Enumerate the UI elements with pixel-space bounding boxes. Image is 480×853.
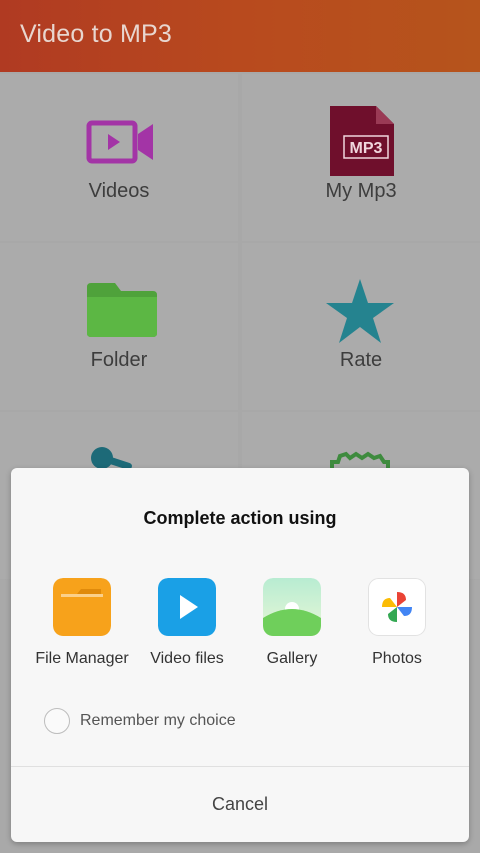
dialog-title: Complete action using — [143, 508, 337, 528]
cancel-button[interactable]: Cancel — [11, 767, 469, 842]
photos-pinwheel-icon — [368, 578, 426, 636]
app-title: Video to MP3 — [20, 20, 173, 48]
option-photos[interactable]: Photos — [337, 578, 457, 678]
complete-action-dialog: Complete action using File Manager Video… — [11, 468, 469, 842]
remember-choice-label: Remember my choice — [80, 712, 236, 729]
folder-icon — [87, 283, 157, 337]
menu-tile-videos[interactable]: Videos — [0, 74, 238, 241]
menu-label-rate: Rate — [339, 349, 383, 371]
menu-tile-my-mp3[interactable]: MP3 My Mp3 — [242, 74, 480, 241]
menu-tile-folder[interactable]: Folder — [0, 243, 238, 410]
menu-label-folder: Folder — [90, 349, 148, 371]
option-label-photos: Photos — [372, 650, 422, 667]
mp3-badge-text: MP3 — [350, 140, 383, 157]
menu-tile-rate[interactable]: Rate — [242, 243, 480, 410]
remember-choice-radio[interactable] — [44, 708, 70, 734]
menu-label-my-mp3: My Mp3 — [325, 180, 397, 202]
video-player-icon — [158, 578, 216, 636]
gallery-icon — [263, 578, 321, 636]
app-bar: Video to MP3 — [0, 0, 480, 72]
file-manager-icon — [53, 578, 111, 636]
video-camera-icon — [86, 120, 153, 164]
mp3-file-icon: MP3 — [330, 106, 394, 176]
gear-icon — [330, 451, 390, 470]
star-icon — [326, 279, 394, 343]
menu-label-videos: Videos — [88, 180, 150, 202]
